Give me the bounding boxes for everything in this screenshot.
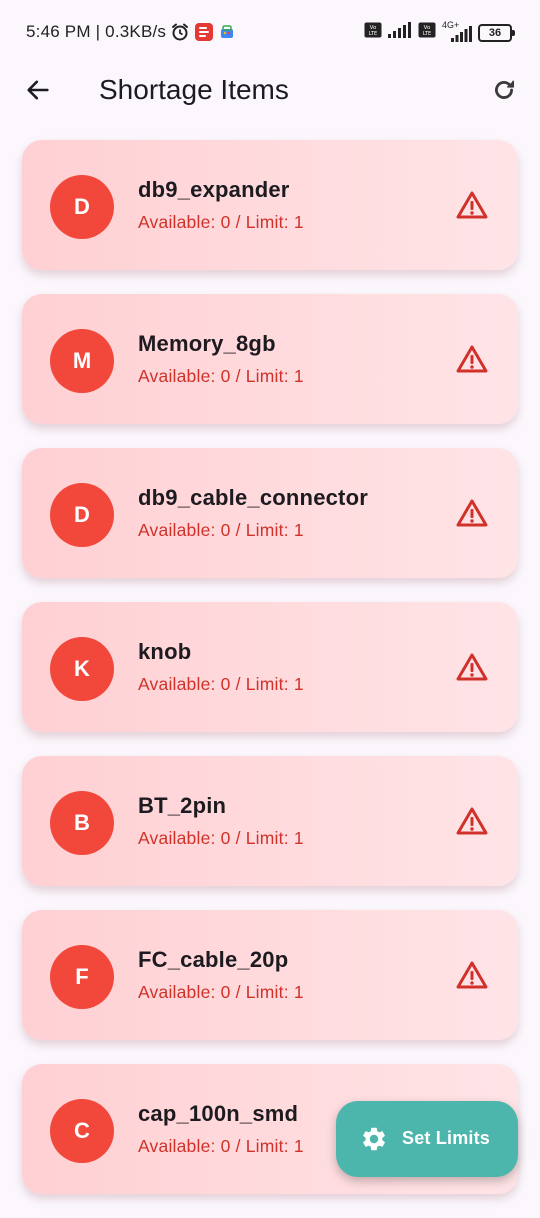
item-avatar: D [50, 175, 114, 239]
refresh-icon [495, 80, 515, 99]
svg-text:LTE: LTE [423, 31, 431, 37]
item-stock-status: Available: 0 / Limit: 1 [138, 1136, 304, 1156]
set-limits-button[interactable]: Set Limits [336, 1101, 518, 1177]
app-notification-icon [194, 22, 214, 42]
item-stock-status: Available: 0 / Limit: 1 [138, 982, 304, 1002]
item-avatar: C [50, 1099, 114, 1163]
warning-icon [456, 807, 488, 835]
volte-icon: Vo LTE [418, 22, 436, 43]
warning-icon [456, 191, 488, 219]
item-name: cap_100n_smd [138, 1101, 299, 1126]
item-name: db9_expander [138, 177, 290, 202]
battery-level: 36 [488, 26, 502, 39]
signal-4g-icon: 4G+ [442, 20, 472, 42]
shortage-item-card[interactable]: K knob Available: 0 / Limit: 1 [22, 602, 518, 732]
set-limits-label: Set Limits [402, 1128, 491, 1148]
back-button[interactable] [20, 72, 56, 108]
status-left: 5:46 PM | 0.3KB/s [26, 22, 236, 42]
shortage-item-card[interactable]: D db9_expander Available: 0 / Limit: 1 [22, 140, 518, 270]
item-stock-status: Available: 0 / Limit: 1 [138, 366, 304, 386]
item-name: db9_cable_connector [138, 485, 368, 510]
item-stock-status: Available: 0 / Limit: 1 [138, 828, 304, 848]
battery-indicator: 36 [478, 23, 515, 42]
gear-icon [363, 1127, 385, 1151]
shortage-item-card[interactable]: F FC_cable_20p Available: 0 / Limit: 1 [22, 910, 518, 1040]
item-name: FC_cable_20p [138, 947, 289, 972]
shortage-item-card[interactable]: M Memory_8gb Available: 0 / Limit: 1 [22, 294, 518, 424]
warning-icon [456, 653, 488, 681]
warning-icon [456, 961, 488, 989]
shortage-items-list: D db9_expander Available: 0 / Limit: 1 M… [22, 140, 518, 1218]
item-stock-status: Available: 0 / Limit: 1 [138, 212, 304, 232]
store-notification-icon [218, 23, 236, 41]
item-stock-status: Available: 0 / Limit: 1 [138, 520, 304, 540]
status-bar: 5:46 PM | 0.3KB/s Vo LTE Vo LTE 4G+ 36 [0, 0, 540, 66]
warning-icon [456, 345, 488, 373]
item-stock-status: Available: 0 / Limit: 1 [138, 674, 304, 694]
alarm-icon [170, 22, 190, 42]
app-bar: Shortage Items [0, 60, 540, 120]
shortage-item-card[interactable]: D db9_cable_connector Available: 0 / Lim… [22, 448, 518, 578]
svg-text:LTE: LTE [369, 31, 377, 37]
signal-icon [388, 22, 412, 43]
item-avatar: D [50, 483, 114, 547]
shortage-item-card[interactable]: B BT_2pin Available: 0 / Limit: 1 [22, 756, 518, 886]
warning-icon [456, 499, 488, 527]
item-avatar: B [50, 791, 114, 855]
item-avatar: F [50, 945, 114, 1009]
item-avatar: K [50, 637, 114, 701]
volte-icon: Vo LTE [364, 22, 382, 43]
status-time: 5:46 PM | 0.3KB/s [26, 22, 167, 41]
arrow-left-icon [27, 80, 49, 100]
item-name: Memory_8gb [138, 331, 276, 356]
page-title: Shortage Items [99, 74, 289, 105]
item-name: knob [138, 639, 192, 664]
status-right: Vo LTE Vo LTE 4G+ 36 [364, 20, 515, 43]
item-name: BT_2pin [138, 793, 227, 818]
item-avatar: M [50, 329, 114, 393]
refresh-button[interactable] [486, 72, 522, 108]
